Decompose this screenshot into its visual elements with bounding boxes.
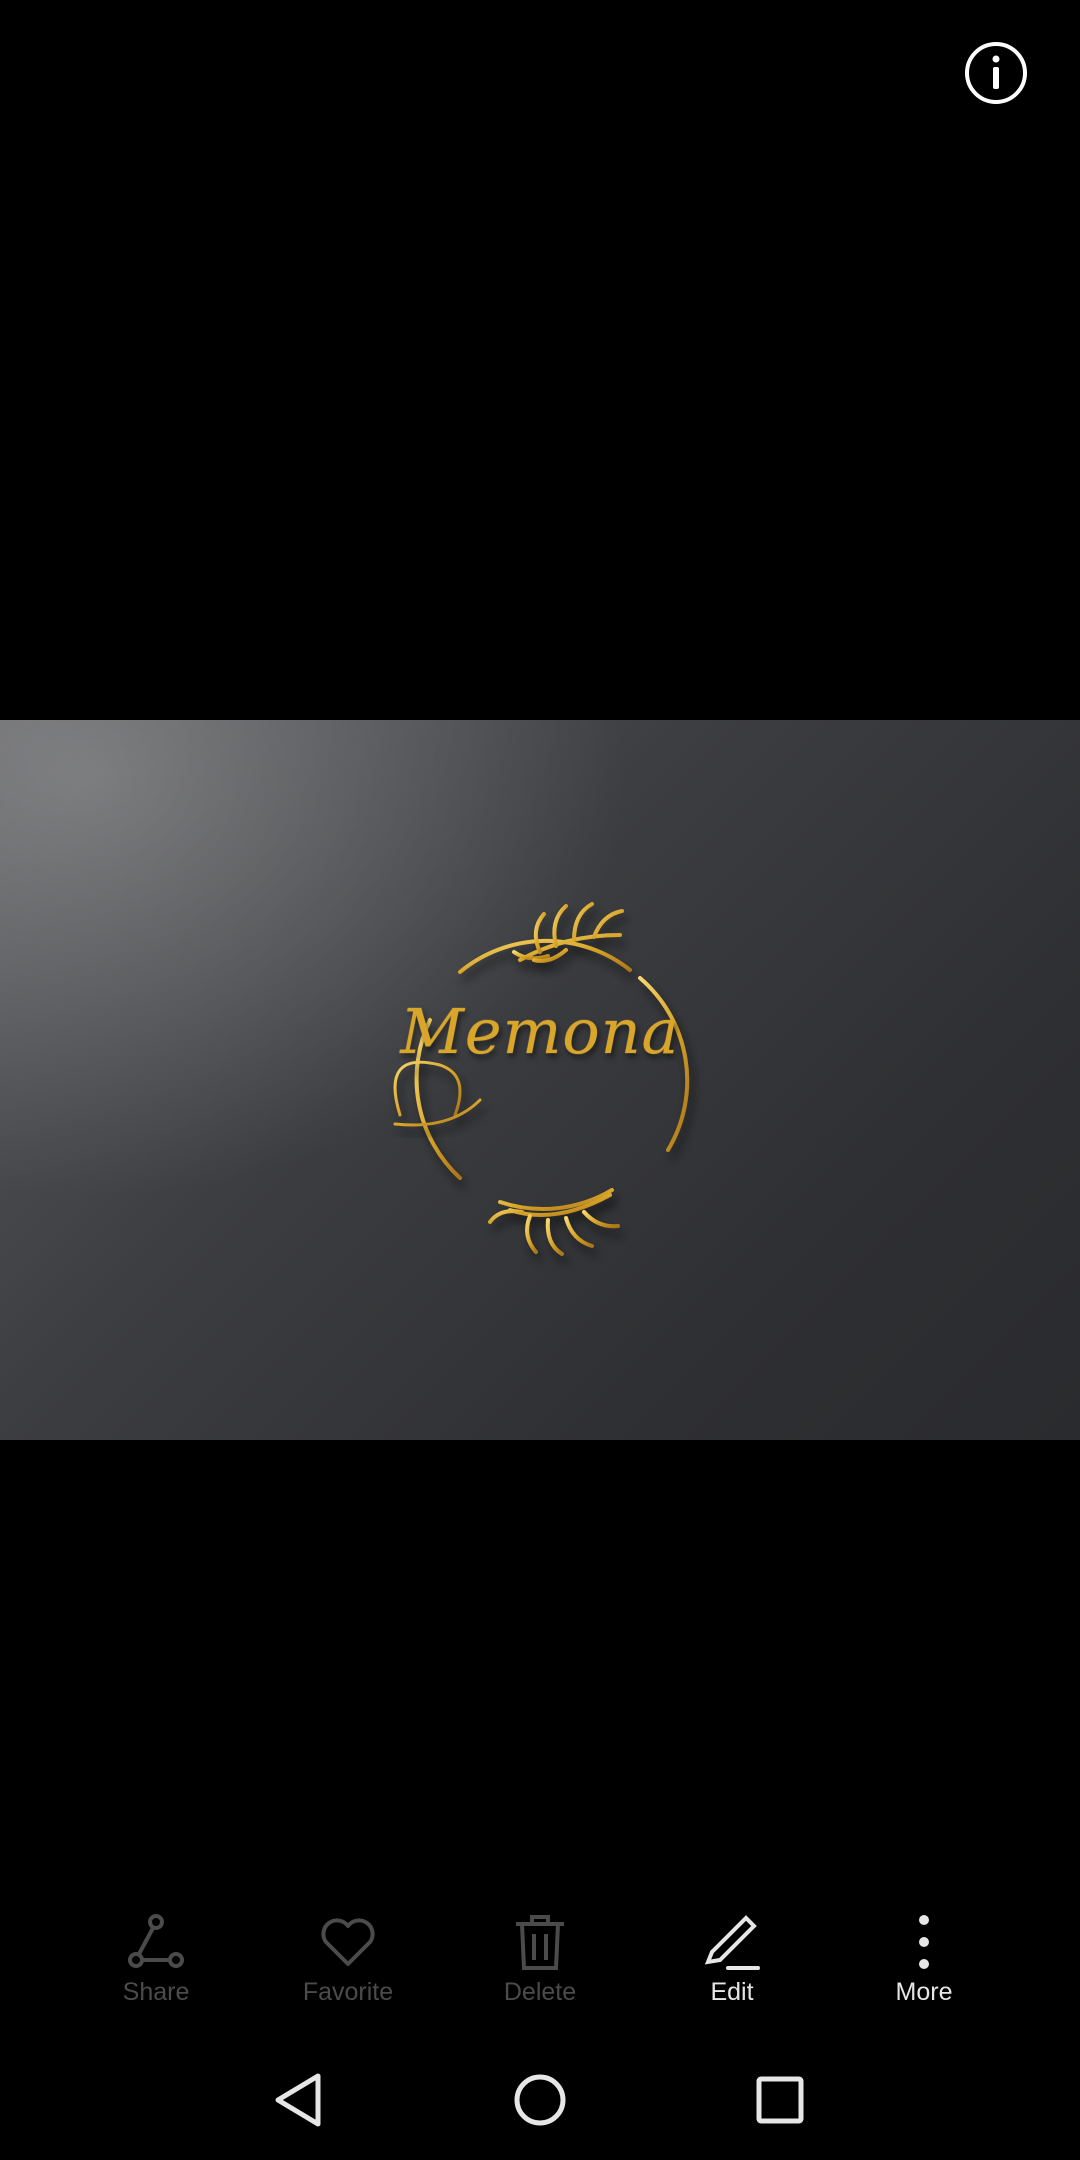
pencil-icon	[700, 1910, 764, 1974]
back-triangle-icon	[260, 2060, 340, 2140]
favorite-button[interactable]: Favorite	[268, 1900, 428, 2030]
back-button[interactable]	[260, 2060, 340, 2140]
logo-wordmark: Memona	[400, 995, 680, 1068]
photo-action-bar: Share Favorite Delete Edit More	[0, 1900, 1080, 2030]
recents-button[interactable]	[740, 2060, 820, 2140]
share-label: Share	[122, 1978, 190, 2006]
edit-label: Edit	[710, 1978, 754, 2006]
info-button[interactable]	[963, 40, 1029, 106]
delete-button[interactable]: Delete	[460, 1900, 620, 2030]
recents-square-icon	[740, 2060, 820, 2140]
system-navigation-bar	[0, 2040, 1080, 2160]
edit-button[interactable]: Edit	[652, 1900, 812, 2030]
more-label: More	[895, 1978, 953, 2006]
home-button[interactable]	[500, 2060, 580, 2140]
photo-viewer-image[interactable]: Memona	[0, 720, 1080, 1440]
share-button[interactable]: Share	[76, 1900, 236, 2030]
info-icon	[963, 40, 1029, 106]
gold-wreath-logo	[393, 902, 690, 1256]
home-circle-icon	[500, 2060, 580, 2140]
more-vertical-icon	[892, 1910, 956, 1974]
delete-label: Delete	[503, 1978, 577, 2006]
more-button[interactable]: More	[844, 1900, 1004, 2030]
trash-icon	[508, 1910, 572, 1974]
heart-icon	[316, 1910, 380, 1974]
share-icon	[124, 1910, 188, 1974]
favorite-label: Favorite	[302, 1978, 394, 2006]
